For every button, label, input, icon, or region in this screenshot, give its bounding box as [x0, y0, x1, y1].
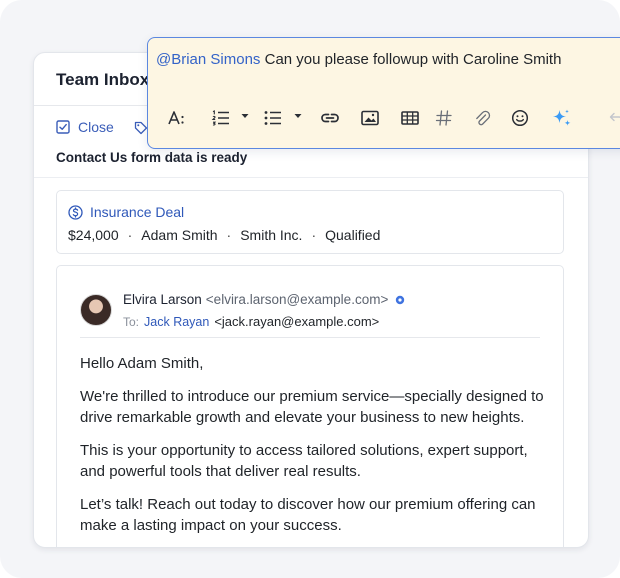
sender-name: Elvira Larson [123, 292, 202, 307]
deal-stage: Qualified [325, 227, 381, 243]
ordered-list-button[interactable] [209, 106, 233, 130]
caret-down-icon [294, 114, 302, 118]
table-icon [401, 111, 419, 125]
deal-company: Smith Inc. [240, 227, 303, 243]
deal-amount: $24,000 [68, 227, 119, 243]
email-greeting: Hello Adam Smith, [80, 355, 204, 372]
tag-icon[interactable] [134, 121, 148, 135]
image-icon [361, 110, 379, 126]
meta-separator: · [226, 227, 232, 243]
link-button[interactable] [318, 106, 342, 130]
close-button[interactable]: Close [56, 119, 114, 135]
ordered-list-dropdown[interactable] [240, 108, 250, 118]
bullet-list-button[interactable] [261, 106, 285, 130]
link-icon [321, 113, 339, 123]
email-paragraph: This is your opportunity to access tailo… [80, 442, 528, 480]
recipient-name[interactable]: Jack Rayan [144, 315, 209, 329]
close-button-label: Close [78, 119, 114, 135]
card-title: Team Inbox [56, 70, 150, 89]
composer-input[interactable]: @Brian Simons Can you please followup wi… [156, 51, 561, 68]
undo-button[interactable] [605, 106, 620, 130]
ai-assist-button[interactable] [550, 106, 574, 130]
checkbox-icon [56, 120, 70, 134]
text-size-button[interactable] [165, 106, 189, 130]
sender-address: <elvira.larson@example.com> [205, 292, 389, 307]
table-button[interactable] [398, 106, 422, 130]
email-paragraph: We're thrilled to introduce our premium … [80, 388, 544, 426]
hashtag-button[interactable] [432, 106, 456, 130]
note-composer[interactable]: @Brian Simons Can you please followup wi… [147, 37, 620, 149]
deal-title: Insurance Deal [90, 204, 185, 220]
mention-chip[interactable]: @Brian Simons [156, 51, 260, 68]
to-label: To: [123, 314, 140, 329]
meta-separator: · [127, 227, 133, 243]
composer-text: Can you please followup with Caroline Sm… [264, 51, 562, 68]
deal-meta: $24,000 · Adam Smith · Smith Inc. · Qual… [68, 227, 380, 243]
recipient-line: To: Jack Rayan <jack.rayan@example.com> [123, 314, 379, 329]
ai-sparkle-icon [553, 109, 571, 126]
bullet-list-icon [264, 111, 281, 125]
composer-toolbar [148, 104, 620, 132]
caret-down-icon [241, 114, 249, 118]
verified-dot-icon [396, 295, 405, 304]
avatar [80, 294, 112, 326]
emoji-icon [511, 109, 529, 127]
attachment-icon [476, 110, 491, 126]
meta-separator: · [311, 227, 317, 243]
text-size-icon [168, 111, 184, 125]
ordered-list-icon [211, 110, 229, 126]
emoji-button[interactable] [508, 106, 532, 130]
hashtag-icon [435, 110, 452, 126]
bullet-list-dropdown[interactable] [293, 108, 303, 118]
image-button[interactable] [358, 106, 382, 130]
recipient-address: <jack.rayan@example.com> [214, 314, 380, 329]
attachment-button[interactable] [470, 106, 494, 130]
deal-card[interactable]: Insurance Deal $24,000 · Adam Smith · Sm… [56, 190, 564, 254]
deal-contact: Adam Smith [141, 227, 218, 243]
email-paragraph: Let’s talk! Reach out today to discover … [80, 496, 536, 534]
email-divider [80, 337, 540, 338]
email-body: Hello Adam Smith, We're thrilled to intr… [80, 353, 550, 547]
dollar-circle-icon [68, 204, 83, 220]
divider [34, 177, 588, 178]
sender-line: Elvira Larson <elvira.larson@example.com… [123, 292, 405, 307]
conversation-subject: Contact Us form data is ready [56, 150, 248, 165]
deal-title-link[interactable]: Insurance Deal [68, 204, 184, 220]
email-message: Elvira Larson <elvira.larson@example.com… [56, 265, 564, 547]
undo-icon [609, 112, 620, 122]
